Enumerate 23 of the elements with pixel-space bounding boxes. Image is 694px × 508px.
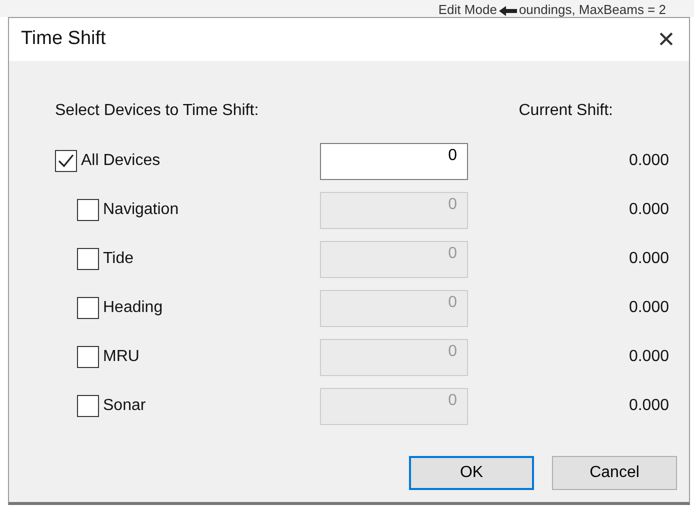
column-header: Current Shift: xyxy=(518,101,613,121)
checkbox[interactable] xyxy=(55,150,77,172)
checkbox-label: Heading xyxy=(103,298,163,318)
shift-value: 0.000 xyxy=(628,347,669,367)
shift-value: 0.000 xyxy=(628,151,669,171)
checkbox-label: All Devices xyxy=(81,151,160,171)
dialog-button[interactable]: OK xyxy=(409,456,534,490)
shift-value: 0.000 xyxy=(628,396,669,416)
section-label: Select Devices to Time Shift: xyxy=(55,101,259,121)
checkbox-label: Tide xyxy=(103,249,134,269)
shift-value: 0.000 xyxy=(628,249,669,269)
shift-input[interactable]: 0 xyxy=(320,142,468,180)
window-title: Time Shift xyxy=(21,27,106,52)
shift-value: 0.000 xyxy=(628,200,669,220)
cursor-icon xyxy=(496,4,519,17)
checkbox-label: Navigation xyxy=(103,200,179,220)
dialog-button[interactable]: Cancel xyxy=(552,456,677,490)
checkbox-label: Sonar xyxy=(103,396,146,416)
shift-value: 0.000 xyxy=(628,298,669,318)
checkbox-label: MRU xyxy=(103,347,140,367)
background-text: Edit Mode xyxy=(438,3,497,17)
close-button[interactable]: ✕ xyxy=(653,28,679,50)
background-text: oundings, MaxBeams = 2 xyxy=(518,3,666,17)
